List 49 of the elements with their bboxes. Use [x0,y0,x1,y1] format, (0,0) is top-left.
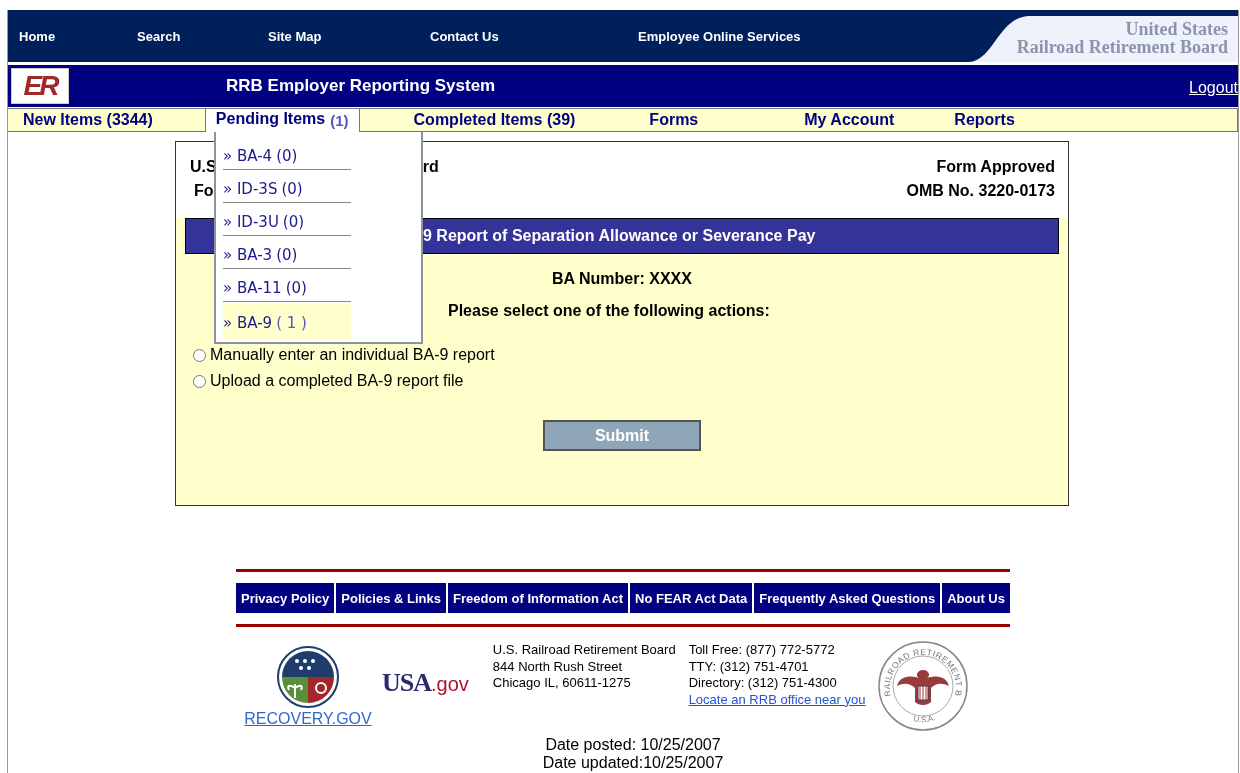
action-prompt: Please select one of the following actions: [448,302,770,320]
recovery-link[interactable]: RECOVERY.GOV [244,710,372,728]
form-agency-fragment: rd [422,157,439,177]
office-locator-link[interactable]: Locate an RRB office near you [688,691,866,707]
phone-line: Toll Free: (877) 772-5772 [688,642,836,659]
top-nav-link[interactable]: Site Map [268,28,322,44]
nav-tab[interactable]: My Account [794,109,905,131]
ba-number-text: BA Number: XXXX [552,270,692,288]
address-line: 844 North Rush Street [492,658,624,675]
nav-tab[interactable]: Forms [639,109,709,131]
menu-item[interactable]: » BA-4 (0) [223,138,351,170]
footer-link[interactable]: About Us [942,583,1010,613]
top-nav-link[interactable]: Contact Us [430,28,499,44]
usa-gov-logo[interactable]: USA.gov [382,668,469,698]
footer-link[interactable]: Freedom of Information Act [448,583,629,613]
menu-item[interactable]: » BA-11 (0) [223,270,351,302]
top-nav-link[interactable]: Employee Online Services [638,28,801,44]
nav-tab[interactable]: Pending Items (1) [204,109,360,132]
er-logo: ER [11,68,69,104]
form-approved-label: Form Approved [935,157,1055,177]
form-number-fragment: Fo [193,181,214,201]
nav-tab[interactable]: New Items (3344) [13,109,163,131]
menu-item[interactable]: » ID-3S (0) [223,171,351,203]
menu-item[interactable]: » ID-3U (0) [223,204,351,236]
address-line: Chicago IL, 60611-1275 [492,675,632,692]
footer-link[interactable]: Frequently Asked Questions [754,583,941,613]
phone-line: Directory: (312) 751-4300 [688,675,838,692]
nav-tab[interactable]: Completed Items (39) [403,109,586,131]
address-line: U.S. Railroad Retirement Board [492,642,676,659]
footer-link[interactable]: Privacy Policy [236,583,335,613]
agency-name-line: United States [1124,20,1228,38]
system-title: RRB Employer Reporting System [226,76,496,96]
phone-line: TTY: (312) 751-4701 [688,658,810,675]
nav-tab[interactable]: Reports [944,109,1025,131]
recovery-logo-icon [277,646,339,708]
top-nav-link[interactable]: Home [19,28,56,44]
radio-button[interactable] [193,374,206,388]
radio-label: Upload a completed BA-9 report file [210,372,464,390]
date-posted: Date posted: 10/25/2007 [544,736,722,754]
omb-number: OMB No. 3220-0173 [906,181,1055,201]
footer-link[interactable]: Policies & Links [336,583,446,613]
footer-link[interactable]: No FEAR Act Data [630,583,753,613]
top-nav-link[interactable]: Search [137,28,181,44]
agency-name-line: Railroad Retirement Board [1016,38,1228,56]
menu-item[interactable]: » BA-3 (0) [223,237,351,269]
radio-button[interactable] [193,348,206,362]
date-updated: Date updated:10/25/2007 [541,754,725,772]
radio-label: Manually enter an individual BA-9 report [210,346,495,364]
logout-link[interactable]: Logout [1189,75,1238,97]
